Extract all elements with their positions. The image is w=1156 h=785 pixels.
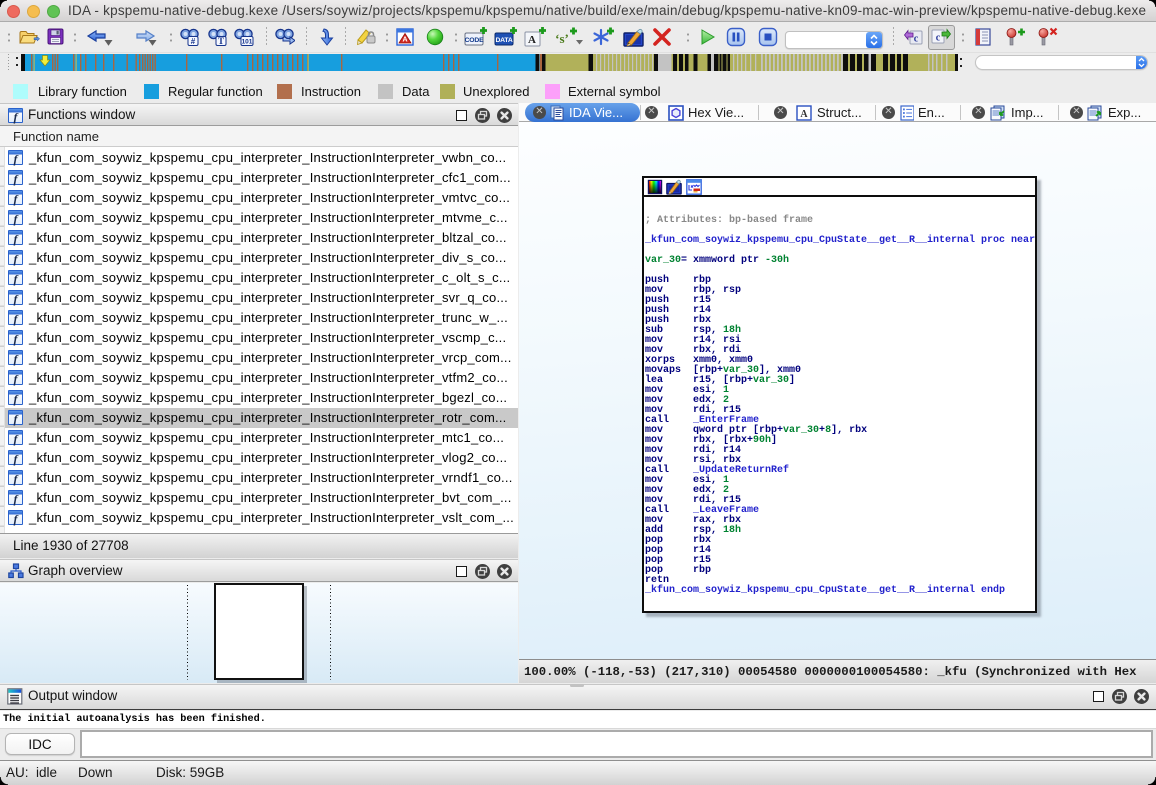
svg-text:A: A [402,37,407,44]
svg-text:#: # [191,37,196,46]
svg-text:DATA: DATA [495,37,512,44]
svg-text:‘s’: ‘s’ [555,31,569,46]
svg-text:CODE: CODE [465,37,485,44]
svg-text:A: A [800,109,808,120]
svg-text:T: T [218,36,224,46]
svg-text:A: A [528,34,536,46]
svg-text:101: 101 [242,39,253,46]
svg-text:c: c [936,33,941,44]
svg-text:c: c [914,34,919,45]
